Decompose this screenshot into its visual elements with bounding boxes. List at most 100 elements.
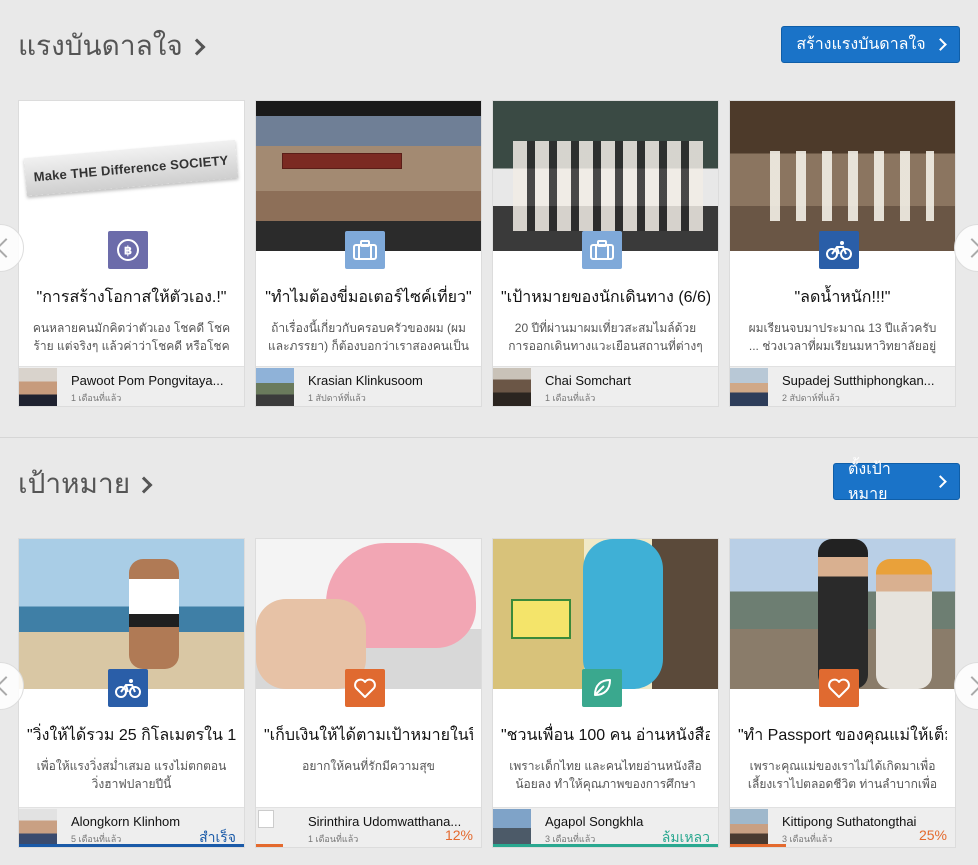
card-title: "ทำ Passport ของคุณแม่ให้เต็ม: [738, 727, 947, 744]
goal-progress-bar: [19, 844, 244, 847]
avatar[interactable]: [19, 368, 57, 406]
card-title: "วิ่งให้ได้รวม 25 กิโลเมตรใน 1: [27, 727, 236, 744]
carousel-next-button[interactable]: [954, 662, 978, 710]
card-image: [19, 539, 244, 689]
group-photo-people: [513, 141, 703, 231]
goal-status: 25%: [918, 827, 947, 843]
goal-card[interactable]: "ทำ Passport ของคุณแม่ให้เต็ม เพราะคุณแม…: [729, 538, 956, 848]
broken-image-icon[interactable]: [258, 810, 274, 828]
banner-text: Make THE Difference SOCIETY: [33, 152, 229, 184]
card-footer: Krasian Klinkusoom 1 สัปดาห์ที่แล้ว: [256, 366, 481, 406]
gate-sign: [282, 153, 402, 169]
card-description: 20 ปีที่ผ่านมาผมเที่ยวสะสมไมล์ด้วย การออ…: [508, 321, 703, 353]
bicycle-icon: [108, 669, 148, 707]
card-title: "ลดน้ำหนัก!!!": [794, 289, 891, 306]
card-image: [256, 539, 481, 689]
author-name[interactable]: Chai Somchart: [545, 373, 708, 388]
goals-section: เป้าหมาย ตั้งเป้าหมาย "วิ่งให้ได้รวม 25 …: [0, 437, 978, 865]
card-footer: Kittipong Suthatongthai 3 เดือนที่แล้ว 2…: [730, 807, 955, 847]
inspiration-heading[interactable]: แรงบันดาลใจ: [18, 24, 206, 68]
avatar[interactable]: [19, 809, 57, 847]
post-time: 1 เดือนที่แล้ว: [545, 393, 596, 403]
goal-progress-bar: [493, 844, 718, 847]
heart-icon: [345, 669, 385, 707]
bicycle-icon: [819, 231, 859, 269]
set-goal-button[interactable]: ตั้งเป้าหมาย: [833, 461, 960, 503]
goal-progress-bar: [256, 844, 283, 847]
card-description: เพื่อให้แรงวิ่งสม่ำเสมอ แรงไม่ตกตอน วิ่ง…: [36, 759, 227, 791]
set-goal-label: ตั้งเป้าหมาย: [848, 460, 891, 503]
runner-figure: [129, 559, 179, 669]
goal-card[interactable]: "เก็บเงินให้ได้ตามเป้าหมายในปี อยากให้คน…: [255, 538, 482, 848]
make-the-difference-banner: Make THE Difference SOCIETY: [23, 139, 239, 197]
inspiration-card[interactable]: Make THE Difference SOCIETY ฿ "การสร้างโ…: [18, 100, 245, 407]
inspiration-card[interactable]: "ทำไมต้องขี่มอเตอร์ไซค์เที่ยว" ถ้าเรื่อง…: [255, 100, 482, 407]
card-description: เพราะคุณแม่ของเราไม่ได้เกิดมาเพื่อ เลี้ย…: [747, 759, 938, 791]
post-time: 1 เดือนที่แล้ว: [308, 834, 359, 844]
card-footer: Agapol Songkhla 3 เดือนที่แล้ว ล้มเหลว: [493, 807, 718, 847]
card-footer: Supadej Sutthiphongkan... 2 สัปดาห์ที่แล…: [730, 366, 955, 406]
card-footer: Alongkorn Klinhom 5 เดือนที่แล้ว สำเร็จ: [19, 807, 244, 847]
author-name[interactable]: Pawoot Pom Pongvitaya...: [71, 373, 234, 388]
avatar[interactable]: [493, 809, 531, 847]
post-time: 1 สัปดาห์ที่แล้ว: [308, 393, 366, 403]
post-time: 1 เดือนที่แล้ว: [71, 393, 122, 403]
card-title: "เก็บเงินให้ได้ตามเป้าหมายในปี: [264, 727, 473, 744]
suitcase-icon: [582, 231, 622, 269]
inspiration-card-list: Make THE Difference SOCIETY ฿ "การสร้างโ…: [18, 100, 956, 407]
baby-boom-sign: [511, 599, 571, 639]
author-name[interactable]: Krasian Klinkusoom: [308, 373, 471, 388]
inspiration-card[interactable]: "ลดน้ำหนัก!!!" ผมเรียนจบมาประมาณ 13 ปีแล…: [729, 100, 956, 407]
card-image: [256, 101, 481, 251]
goals-card-list: "วิ่งให้ได้รวม 25 กิโลเมตรใน 1 เพื่อให้แ…: [18, 538, 956, 848]
card-description: ถ้าเรื่องนี้เกี่ยวกับครอบครัวของผม (ผม แ…: [268, 321, 469, 353]
card-image: [730, 539, 955, 689]
heart-icon: [819, 669, 859, 707]
goal-progress-bar: [730, 844, 787, 847]
inspiration-card[interactable]: "เป้าหมายของนักเดินทาง (6/6)" 20 ปีที่ผ่…: [492, 100, 719, 407]
card-description: ผมเรียนจบมาประมาณ 13 ปีแล้วครับ ... ช่วง…: [748, 321, 937, 353]
card-image: [493, 539, 718, 689]
avatar[interactable]: [493, 368, 531, 406]
card-image: [730, 101, 955, 251]
card-title: "การสร้างโอกาสให้ตัวเอง.!": [36, 289, 227, 306]
post-time: 2 สัปดาห์ที่แล้ว: [782, 393, 840, 403]
goal-status: 12%: [444, 827, 473, 843]
card-footer: Chai Somchart 1 เดือนที่แล้ว: [493, 366, 718, 406]
chevron-right-icon: [934, 475, 947, 488]
chevron-right-icon: [933, 38, 947, 51]
card-title: "เป้าหมายของนักเดินทาง (6/6)": [501, 289, 710, 306]
inspiration-title: แรงบันดาลใจ: [18, 30, 183, 61]
card-footer: Pawoot Pom Pongvitaya... 1 เดือนที่แล้ว: [19, 366, 244, 406]
goal-card[interactable]: "วิ่งให้ได้รวม 25 กิโลเมตรใน 1 เพื่อให้แ…: [18, 538, 245, 848]
card-description: คนหลายคนมักคิดว่าตัวเอง โชคดี โชคร้าย แต…: [32, 321, 231, 353]
create-inspiration-button[interactable]: สร้างแรงบันดาลใจ: [781, 26, 960, 63]
person-left: [818, 539, 868, 689]
avatar[interactable]: [730, 809, 768, 847]
goals-heading[interactable]: เป้าหมาย: [18, 462, 153, 506]
card-description: อยากให้คนที่รักมีความสุข: [302, 759, 435, 773]
leaf-icon: [582, 669, 622, 707]
card-description: เพราะเด็กไทย และคนไทยอ่านหนังสือ น้อยลง …: [509, 759, 702, 791]
karate-figures: [754, 151, 934, 221]
card-image: [493, 101, 718, 251]
avatar[interactable]: [730, 368, 768, 406]
create-inspiration-label: สร้างแรงบันดาลใจ: [796, 36, 926, 53]
card-image: Make THE Difference SOCIETY: [19, 101, 244, 251]
avatar[interactable]: [256, 368, 294, 406]
baht-coin-icon: ฿: [108, 231, 148, 269]
elephant-mascot: [583, 539, 663, 689]
post-time: 3 เดือนที่แล้ว: [782, 834, 833, 844]
card-footer: Sirinthira Udomwatthana... 1 เดือนที่แล้…: [256, 807, 481, 847]
inspiration-section: แรงบันดาลใจ สร้างแรงบันดาลใจ Make THE Di…: [0, 0, 978, 437]
goals-title: เป้าหมาย: [18, 468, 131, 499]
person-right: [876, 559, 932, 689]
carousel-next-button[interactable]: [954, 224, 978, 272]
card-title: "ทำไมต้องขี่มอเตอร์ไซค์เที่ยว": [265, 289, 472, 306]
chevron-right-icon: [188, 38, 206, 56]
suitcase-icon: [345, 231, 385, 269]
card-title: "ชวนเพื่อน 100 คน อ่านหนังสือ: [501, 727, 710, 744]
author-name[interactable]: Supadej Sutthiphongkan...: [782, 373, 945, 388]
chevron-right-icon: [135, 476, 153, 494]
goal-card[interactable]: "ชวนเพื่อน 100 คน อ่านหนังสือ เพราะเด็กไ…: [492, 538, 719, 848]
